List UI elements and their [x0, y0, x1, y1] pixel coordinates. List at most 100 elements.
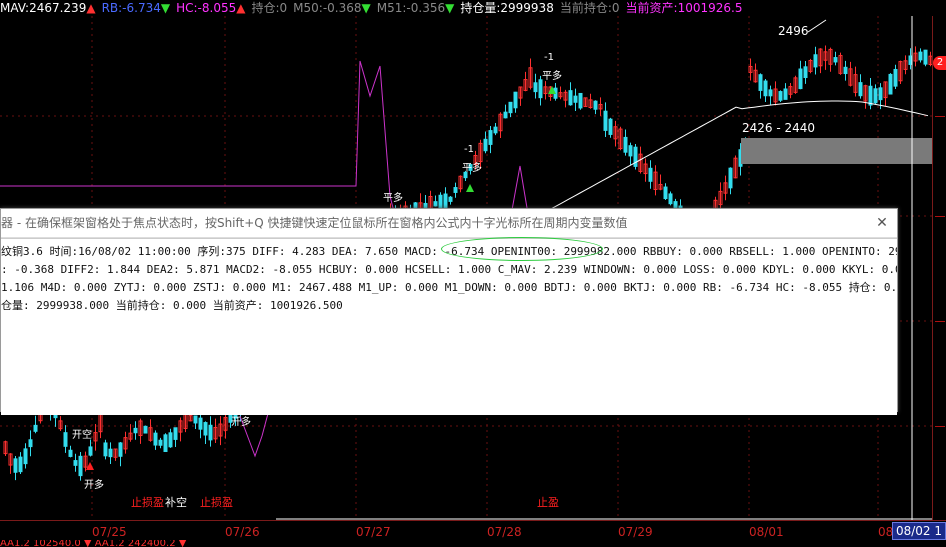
- price-tick: [935, 216, 945, 217]
- cursor-date-label: 08/02 1: [891, 522, 946, 540]
- date-label: 07/26: [225, 525, 260, 539]
- candle-body: [858, 82, 863, 97]
- watch-window-content[interactable]: 纹铜3.6 时间:16/08/02 11:00:00 序列:375 DIFF: …: [1, 237, 897, 415]
- candle-body: [813, 54, 818, 68]
- date-label: 07/25: [92, 525, 127, 539]
- candle-body: [18, 456, 23, 473]
- candle-body: [13, 458, 18, 473]
- candle-body: [143, 425, 148, 434]
- status-item: 持仓:0: [251, 1, 288, 15]
- price-tick: [935, 426, 945, 427]
- candle-body: [108, 448, 113, 458]
- peak-marker: [807, 19, 827, 33]
- candle-body: [513, 91, 518, 109]
- down-arrow-icon: ▼: [445, 1, 455, 15]
- signal-zhiying-red-label: 止盈: [537, 496, 559, 509]
- down-arrow-icon: ▼: [160, 1, 171, 15]
- candle-body: [23, 448, 28, 465]
- candle-body: [878, 87, 883, 101]
- candle-body: [573, 95, 578, 103]
- candle-body: [648, 167, 653, 182]
- signal-zhisun-red-label-2: 止损盈: [200, 496, 233, 509]
- candle-body: [103, 442, 108, 457]
- sell-arrow-icon: [466, 184, 474, 192]
- watch-window-titlebar[interactable]: 器 - 在确保框架窗格处于焦点状态时，按Shift+Q 快捷键快速定位鼠标所在窗…: [1, 209, 897, 238]
- candle-body: [603, 110, 608, 131]
- signal-minus1-label: -1: [544, 52, 554, 63]
- candle-body: [163, 434, 168, 452]
- candle-body: [88, 446, 93, 456]
- status-item: M51:-0.356▼: [376, 1, 455, 15]
- candle-body: [118, 442, 123, 457]
- down-arrow-icon: ▼: [361, 1, 371, 15]
- up-arrow-icon: ▲: [86, 1, 96, 15]
- price-axis-tag: 2: [933, 56, 946, 70]
- close-icon[interactable]: ✕: [873, 214, 891, 232]
- candle-body: [483, 138, 488, 152]
- candle-body: [153, 432, 158, 446]
- candle-body: [728, 167, 733, 189]
- candle-body: [768, 89, 773, 97]
- watch-line: 1.106 M4D: 0.000 ZYTJ: 0.000 ZSTJ: 0.000…: [1, 281, 897, 294]
- variable-watch-window[interactable]: 器 - 在确保框架窗格处于焦点状态时，按Shift+Q 快捷键快速定位鼠标所在窗…: [0, 208, 898, 415]
- candle-body: [628, 145, 633, 157]
- candle-body: [888, 73, 893, 95]
- price-range-box: [741, 138, 932, 164]
- candle-body: [608, 118, 613, 135]
- price-tick: [935, 321, 945, 322]
- candle-body: [663, 186, 668, 200]
- candle-body: [668, 193, 673, 205]
- signal-pinduo-label: 平多: [542, 71, 562, 82]
- candle-body: [593, 100, 598, 110]
- candle-body: [833, 57, 838, 63]
- status-item: M50:-0.368▼: [293, 1, 371, 15]
- candle-body: [453, 187, 458, 193]
- date-label: 07/29: [618, 525, 653, 539]
- candle-body: [443, 193, 448, 209]
- candle-body: [68, 449, 73, 457]
- candle-body: [843, 66, 848, 75]
- price-range-label: 2426 - 2440: [742, 121, 816, 135]
- watch-line: : -0.368 DIFF2: 1.844 DEA2: 5.871 MACD2:…: [1, 263, 897, 276]
- candle-body: [803, 66, 808, 79]
- watch-line: 纹铜3.6 时间:16/08/02 11:00:00 序列:375 DIFF: …: [1, 245, 897, 258]
- signal-minus1-label-2: -1: [464, 144, 474, 155]
- candle-body: [508, 101, 513, 114]
- signal-kaikong-label: 开空: [72, 430, 92, 441]
- candle-body: [538, 79, 543, 99]
- candle-body: [568, 90, 573, 106]
- candle-body: [873, 88, 878, 104]
- candle-body: [868, 85, 873, 106]
- candle-body: [503, 111, 508, 119]
- date-axis: 07/25 07/26 07/27 07/28 07/29 08/01 08/0…: [0, 520, 946, 541]
- candle-body: [918, 51, 923, 61]
- candle-body: [173, 427, 178, 440]
- signal-kaiduo-label-2: 开多: [231, 417, 251, 428]
- price-tick: [935, 116, 945, 117]
- candle-body: [533, 82, 538, 93]
- candle-body: [28, 439, 33, 448]
- date-label: 08/01: [749, 525, 784, 539]
- candle-body: [33, 424, 38, 432]
- status-item: MAV:2467.239▲: [0, 1, 96, 15]
- candle-body: [198, 417, 203, 430]
- candle-body: [133, 427, 138, 434]
- candle-body: [448, 196, 453, 202]
- peak-price-label: 2496: [778, 24, 809, 38]
- indicator-status-bar: MAV:2467.239▲ RB:-6.734▼ HC:-8.055▲ 持仓:0 M50…: [0, 0, 946, 16]
- status-item: 当前资产:1001926.5: [625, 1, 743, 15]
- candle-body: [493, 126, 498, 134]
- candle-body: [78, 455, 83, 477]
- signal-zhisun-red-label: 止损盈: [131, 496, 164, 509]
- status-item: HC:-8.055▲: [176, 1, 246, 15]
- candle-body: [73, 460, 78, 466]
- candle-body: [758, 74, 763, 91]
- candle-body: [923, 49, 928, 65]
- candle-body: [488, 130, 493, 145]
- candle-body: [893, 68, 898, 87]
- status-item: RB:-6.734▼: [101, 1, 171, 15]
- candle-body: [208, 424, 213, 441]
- candle-body: [578, 92, 583, 109]
- candle-body: [193, 415, 198, 424]
- watch-window-title: 器 - 在确保框架窗格处于焦点状态时，按Shift+Q 快捷键快速定位鼠标所在窗…: [1, 216, 628, 230]
